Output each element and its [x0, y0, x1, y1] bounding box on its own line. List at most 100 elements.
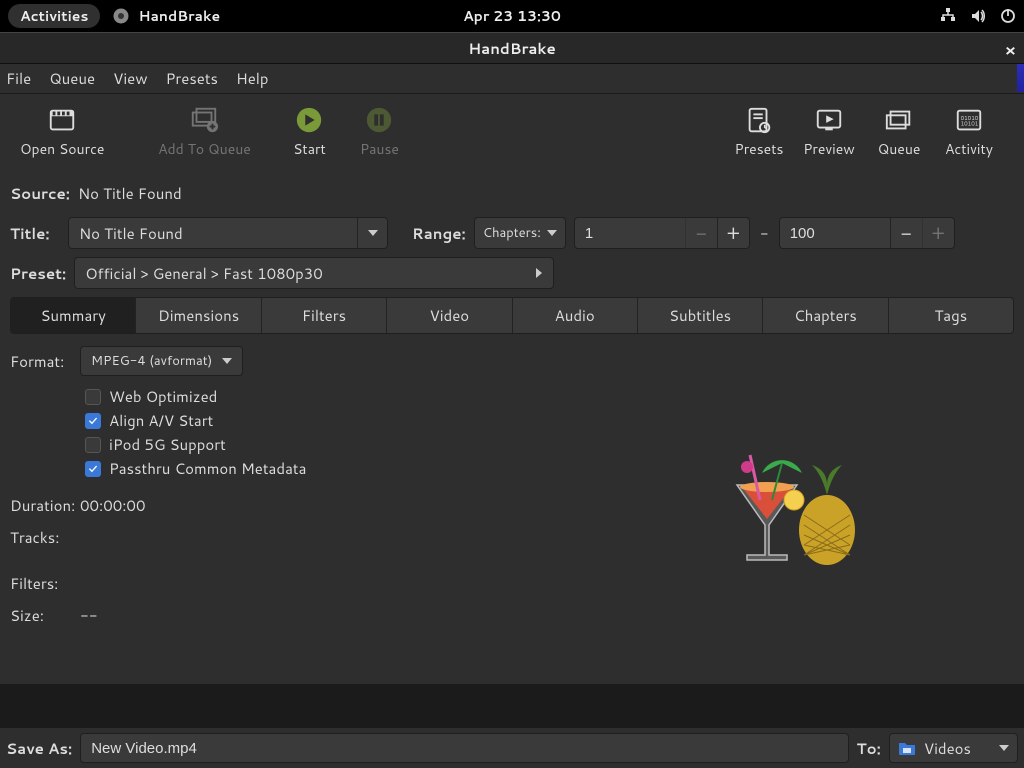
menubar: File Queue View Presets Help [0, 64, 1024, 94]
window-title: HandBrake [468, 38, 556, 59]
handbrake-icon [112, 7, 130, 25]
chevron-down-icon [222, 358, 232, 364]
save-as-label: Save As: [6, 738, 72, 759]
preset-combo[interactable]: Official > General > Fast 1080p30 [74, 257, 554, 289]
range-end-plus: + [922, 218, 954, 248]
title-combo[interactable]: No Title Found [68, 217, 388, 249]
queue-button[interactable]: Queue [864, 105, 934, 159]
queue-label: Queue [878, 139, 921, 159]
format-label: Format: [10, 351, 80, 372]
activity-icon: 0101010101 [954, 105, 984, 135]
ipod-check[interactable]: iPod 5G Support [85, 434, 570, 455]
destination-folder-button[interactable]: Videos [889, 733, 1018, 763]
preset-combo-arrow [525, 268, 553, 278]
app-menu[interactable]: HandBrake [112, 6, 220, 26]
checkbox-icon [85, 389, 101, 405]
window-titlebar: HandBrake × [0, 32, 1024, 64]
pause-button: Pause [344, 105, 414, 159]
start-label: Start [293, 139, 326, 159]
range-label: Range: [412, 223, 466, 244]
range-start-input[interactable] [575, 225, 685, 242]
preset-label: Preset: [10, 263, 66, 284]
open-source-label: Open Source [20, 139, 104, 159]
gnome-top-bar: Activities HandBrake Apr 23 13:30 [0, 0, 1024, 32]
power-icon[interactable] [1000, 8, 1016, 24]
title-combo-value: No Title Found [69, 223, 357, 244]
source-value: No Title Found [78, 183, 182, 204]
play-icon [294, 105, 324, 135]
toolbar: Open Source Add To Queue Start Pause Pre… [0, 94, 1024, 169]
menu-queue[interactable]: Queue [49, 68, 95, 89]
add-queue-label: Add To Queue [158, 139, 251, 159]
content-area: Source: No Title Found Title: No Title F… [0, 169, 1024, 684]
chevron-down-icon [547, 230, 557, 236]
tab-audio[interactable]: Audio [513, 298, 638, 333]
activities-button[interactable]: Activities [8, 4, 100, 28]
add-queue-icon [189, 105, 219, 135]
start-button[interactable]: Start [274, 105, 344, 159]
tab-filters[interactable]: Filters [262, 298, 387, 333]
size-label: Size: [10, 605, 80, 626]
add-to-queue-button: Add To Queue [154, 105, 254, 159]
checkbox-icon [85, 461, 101, 477]
menu-help[interactable]: Help [236, 68, 269, 89]
clock[interactable]: Apr 23 13:30 [463, 6, 561, 26]
tab-bar: Summary Dimensions Filters Video Audio S… [10, 297, 1014, 334]
tab-summary[interactable]: Summary [11, 298, 136, 333]
title-label: Title: [10, 223, 60, 244]
to-label: To: [857, 738, 881, 759]
open-source-button[interactable]: Open Source [20, 105, 104, 159]
pause-icon [364, 105, 394, 135]
tracks-label: Tracks: [10, 527, 80, 548]
align-av-check[interactable]: Align A/V Start [85, 410, 570, 431]
volume-icon[interactable] [970, 8, 986, 24]
range-mode-combo[interactable]: Chapters: [474, 217, 566, 249]
tab-dimensions[interactable]: Dimensions [136, 298, 261, 333]
duration-value: 00:00:00 [80, 495, 145, 516]
checkbox-icon [85, 437, 101, 453]
menu-file[interactable]: File [6, 68, 31, 89]
folder-icon [898, 740, 916, 756]
handbrake-logo [712, 445, 872, 585]
preview-button[interactable]: Preview [794, 105, 864, 159]
presets-icon [744, 105, 774, 135]
network-icon[interactable] [940, 8, 956, 24]
destination-folder-name: Videos [924, 738, 971, 759]
pause-label: Pause [360, 139, 399, 159]
activity-label: Activity [945, 139, 993, 159]
presets-button[interactable]: Presets [724, 105, 794, 159]
tab-video[interactable]: Video [387, 298, 512, 333]
tab-tags[interactable]: Tags [889, 298, 1013, 333]
filters-label: Filters: [10, 573, 80, 594]
queue-icon [884, 105, 914, 135]
range-end-input[interactable] [780, 225, 890, 242]
tab-chapters[interactable]: Chapters [763, 298, 888, 333]
tab-subtitles[interactable]: Subtitles [638, 298, 763, 333]
film-icon [47, 105, 77, 135]
title-combo-arrow [357, 218, 387, 248]
menu-presets[interactable]: Presets [166, 68, 218, 89]
menu-view[interactable]: View [113, 68, 148, 89]
duration-label: Duration: [10, 495, 80, 516]
web-optimized-check[interactable]: Web Optimized [85, 386, 570, 407]
save-as-input[interactable] [80, 733, 848, 763]
range-start-spinbox[interactable]: − + [574, 217, 750, 249]
source-label: Source: [10, 183, 70, 204]
format-value: MPEG-4 (avformat) [91, 352, 212, 370]
range-start-plus[interactable]: + [717, 218, 749, 248]
range-separator: - [758, 223, 771, 244]
app-menu-label: HandBrake [138, 6, 220, 26]
checkbox-icon [85, 413, 101, 429]
range-end-spinbox[interactable]: − + [779, 217, 955, 249]
format-combo[interactable]: MPEG-4 (avformat) [80, 346, 243, 376]
summary-panel: Format: MPEG-4 (avformat) Web Optimized … [10, 334, 1014, 684]
range-mode-value: Chapters: [483, 224, 541, 242]
activity-button[interactable]: 0101010101 Activity [934, 105, 1004, 159]
presets-label: Presets [735, 139, 784, 159]
preview-label: Preview [803, 139, 855, 159]
range-start-minus: − [685, 218, 717, 248]
range-end-minus[interactable]: − [890, 218, 922, 248]
window-close-button[interactable]: × [1005, 39, 1016, 62]
bottom-bar: Save As: To: Videos [0, 728, 1024, 768]
passthru-check[interactable]: Passthru Common Metadata [85, 458, 570, 479]
